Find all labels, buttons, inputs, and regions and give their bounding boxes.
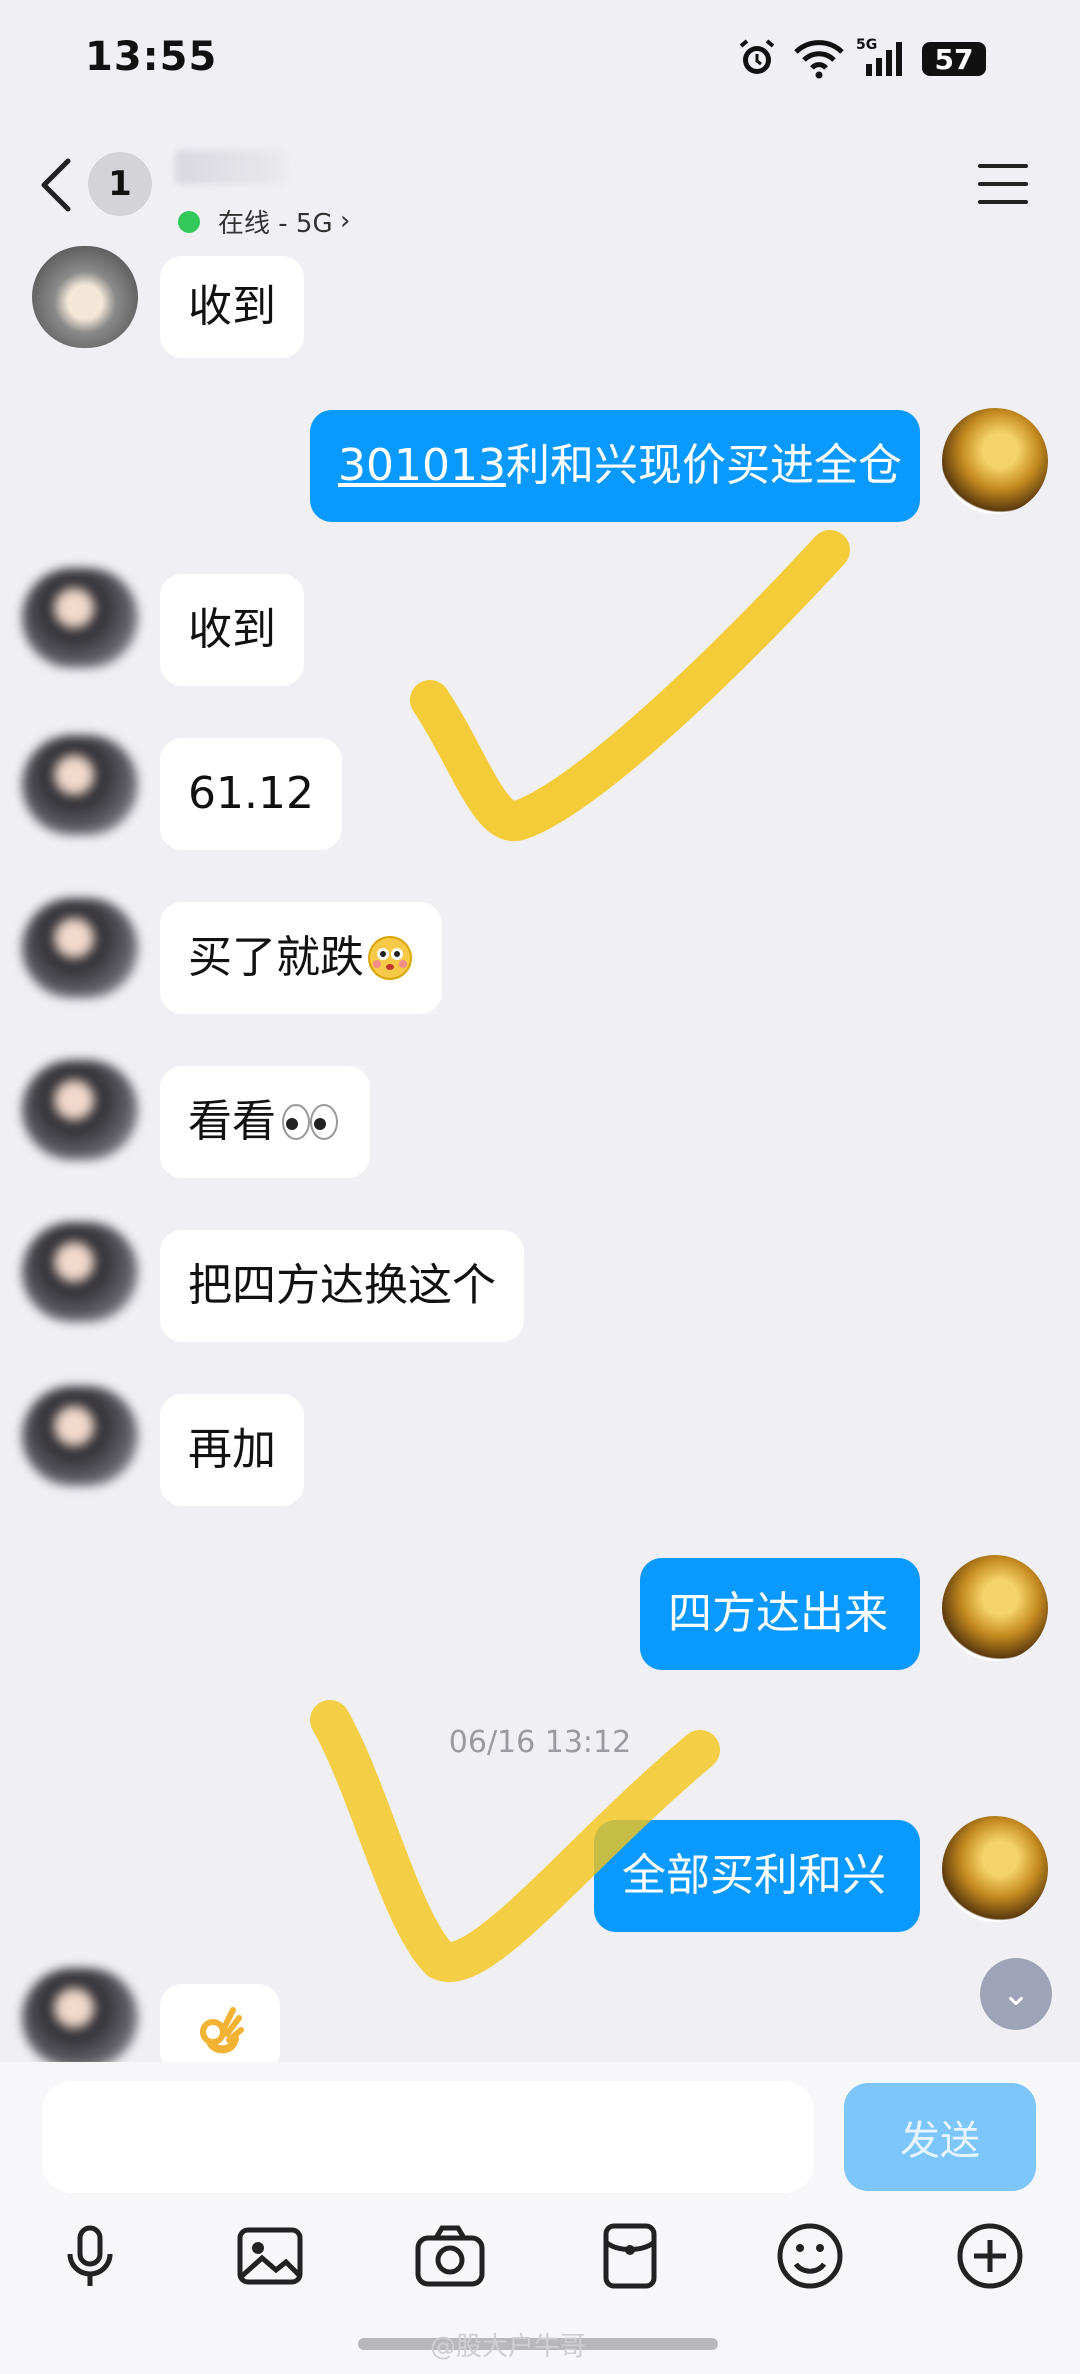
avatar[interactable] (22, 898, 138, 998)
avatar[interactable] (22, 1386, 138, 1486)
message-bubble-right[interactable]: 四方达出来 (640, 1558, 920, 1670)
status-time: 13:55 (85, 34, 218, 80)
battery-level: 57 (934, 42, 974, 76)
avatar[interactable] (22, 568, 138, 668)
menu-icon[interactable] (978, 164, 1028, 204)
message-text: 61.12 (188, 768, 314, 819)
message-bubble-left[interactable]: 61.12 (160, 738, 342, 850)
message-bubble-left[interactable]: 再加 (160, 1394, 304, 1506)
avatar[interactable] (22, 735, 138, 835)
plus-icon[interactable] (950, 2220, 1030, 2292)
avatar[interactable] (22, 1968, 138, 2068)
svg-text:5G: 5G (856, 37, 877, 53)
message-text: 看看 (188, 1096, 276, 1147)
message-text: 把四方达换这个 (188, 1260, 496, 1311)
scroll-to-bottom-button[interactable]: ⌄ (980, 1958, 1052, 2030)
message-text: 全部买利和兴 (622, 1850, 886, 1901)
message-text: 买了就跌 (188, 932, 364, 983)
message-text: 再加 (188, 1424, 276, 1475)
avatar[interactable] (942, 408, 1048, 514)
online-status-text[interactable]: 在线 - 5G (218, 203, 333, 240)
message-bubble-right[interactable]: 全部买利和兴 (594, 1820, 920, 1932)
send-button[interactable]: 发送 (844, 2083, 1036, 2191)
message-text: 利和兴现价买进全仓 (505, 440, 902, 491)
yellow-checkmark-drawing (410, 530, 850, 841)
chevron-right-icon[interactable]: › (340, 206, 350, 236)
battery-indicator: 57 (922, 42, 986, 76)
avatar[interactable] (22, 1222, 138, 1322)
message-input[interactable] (42, 2081, 814, 2193)
send-label: 发送 (900, 2118, 980, 2164)
image-icon[interactable] (230, 2220, 310, 2292)
wifi-icon (794, 40, 844, 79)
avatar[interactable] (32, 246, 138, 348)
blushing-emoji-icon (368, 936, 412, 980)
message-bubble-left[interactable]: 看看 (160, 1066, 370, 1178)
message-bubble-left[interactable]: 收到 (160, 256, 304, 358)
message-bubble-left[interactable]: 买了就跌 (160, 902, 442, 1014)
message-bubble-left[interactable]: 收到 (160, 574, 304, 686)
emoji-icon[interactable] (770, 2220, 850, 2292)
avatar[interactable] (22, 1060, 138, 1160)
unread-badge[interactable]: 1 (88, 152, 152, 216)
avatar[interactable] (942, 1816, 1048, 1922)
back-arrow-icon[interactable] (34, 155, 78, 215)
message-text: 收到 (188, 281, 276, 332)
eyes-emoji-icon (282, 1104, 338, 1140)
stock-code-link[interactable]: 301013 (338, 444, 506, 488)
message-bubble-right[interactable]: 301013 利和兴现价买进全仓 (310, 410, 920, 522)
ok-hand-emoji-icon (200, 2007, 244, 2054)
microphone-icon[interactable] (50, 2220, 130, 2292)
message-timestamp: 06/16 13:12 (448, 1725, 632, 1760)
message-text: 收到 (188, 604, 276, 655)
camera-icon[interactable] (410, 2220, 490, 2292)
avatar[interactable] (942, 1555, 1048, 1661)
message-text: 四方达出来 (668, 1588, 888, 1639)
signal-5g-icon: 5G (856, 37, 902, 76)
online-status-dot (178, 211, 200, 233)
red-packet-icon[interactable] (590, 2220, 670, 2292)
message-bubble-left[interactable]: 把四方达换这个 (160, 1230, 524, 1342)
watermark: @股大户牛哥 (430, 2332, 587, 2362)
unread-count: 1 (108, 164, 132, 204)
contact-name-blurred (175, 150, 285, 184)
alarm-icon (739, 39, 775, 74)
message-bubble-left[interactable] (160, 1984, 280, 2074)
chevron-down-icon: ⌄ (1001, 1974, 1031, 2014)
